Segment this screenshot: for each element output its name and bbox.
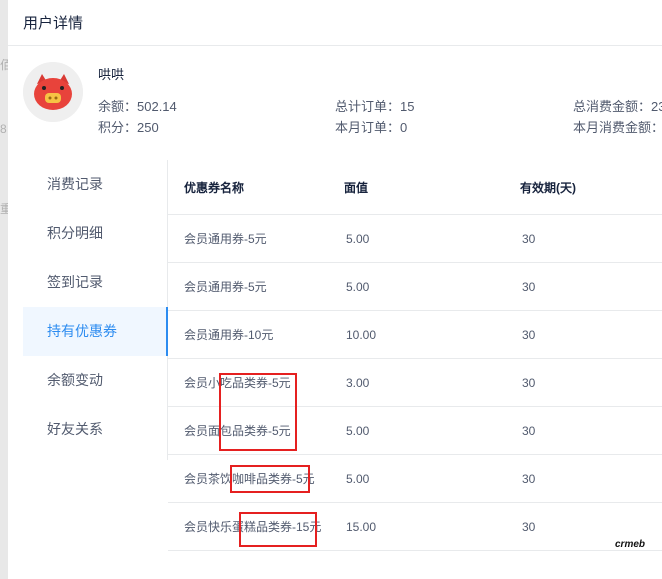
column-header-validity: 有效期(天) — [520, 180, 576, 195]
coupon-name: 会员通用券-5元 — [184, 232, 267, 246]
month-orders: 本月订单：0 — [335, 120, 408, 135]
user-points: 积分：250 — [98, 120, 159, 135]
coupon-value: 5.00 — [346, 231, 370, 246]
annotation-box — [219, 373, 297, 451]
coupon-validity: 30 — [522, 471, 536, 486]
table-row: 会员通用券-10元 10.00 30 — [168, 311, 662, 359]
table-header: 优惠券名称 面值 有效期(天) — [168, 160, 662, 215]
table-row: 会员通用券-5元 5.00 30 — [168, 263, 662, 311]
user-nickname: 哄哄 — [98, 67, 125, 82]
coupon-validity: 30 — [522, 423, 536, 438]
tab-friend-relations[interactable]: 好友关系 — [23, 405, 167, 454]
total-orders: 总计订单：15 — [335, 99, 415, 114]
column-header-face-value: 面值 — [344, 180, 369, 195]
crmeb-logo: crmeb — [615, 539, 646, 550]
coupon-value: 5.00 — [346, 279, 370, 294]
user-summary: 哄哄 余额：502.14 积分：250 总计订单：15 本月订单：0 总消费金额… — [23, 62, 662, 142]
coupon-validity: 30 — [522, 375, 536, 390]
avatar — [23, 62, 83, 122]
user-balance: 余额：502.14 — [98, 99, 177, 114]
tab-points-detail[interactable]: 积分明细 — [23, 209, 167, 258]
coupon-value: 5.00 — [346, 423, 370, 438]
tab-label: 余额变动 — [47, 372, 103, 388]
drawer-header: 用户详情 — [8, 0, 662, 46]
coupon-value: 5.00 — [346, 471, 370, 486]
coupon-name: 会员通用券-5元 — [184, 280, 267, 294]
tab-label: 消费记录 — [47, 176, 103, 192]
column-header-coupon-name: 优惠券名称 — [184, 180, 245, 195]
tab-checkin-records[interactable]: 签到记录 — [23, 258, 167, 307]
total-spent: 总消费金额：23 — [573, 99, 662, 114]
coupon-name: 会员通用券-10元 — [184, 328, 274, 342]
tab-label: 签到记录 — [47, 274, 103, 290]
coupon-validity: 30 — [522, 279, 536, 294]
coupon-validity: 30 — [522, 327, 536, 342]
background-char: 8 — [0, 122, 7, 136]
background-page-edge: 佰 8 重 — [0, 0, 12, 579]
detail-tabs: 消费记录 积分明细 签到记录 持有优惠券 余额变动 好友关系 — [23, 160, 168, 460]
tab-coupons-held[interactable]: 持有优惠券 — [23, 307, 168, 356]
coupon-value: 10.00 — [346, 327, 377, 342]
annotation-box — [239, 512, 317, 547]
pig-avatar-icon — [23, 62, 83, 122]
month-spent: 本月消费金额： — [573, 120, 662, 135]
tab-consumption-records[interactable]: 消费记录 — [23, 160, 167, 209]
table-row: 会员通用券-5元 5.00 30 — [168, 215, 662, 263]
tab-balance-changes[interactable]: 余额变动 — [23, 356, 167, 405]
coupon-value: 15.00 — [346, 519, 377, 534]
tab-label: 好友关系 — [47, 421, 103, 437]
drawer-title: 用户详情 — [23, 15, 84, 32]
tab-label: 积分明细 — [47, 225, 103, 241]
coupon-validity: 30 — [522, 231, 536, 246]
user-detail-drawer: 用户详情 哄哄 余额：502.14 积分：250 总计订单：15 本月订单：0 … — [8, 0, 662, 579]
tab-label: 持有优惠券 — [47, 323, 117, 339]
coupon-value: 3.00 — [346, 375, 370, 390]
coupon-validity: 30 — [522, 519, 536, 534]
annotation-box — [230, 465, 310, 493]
